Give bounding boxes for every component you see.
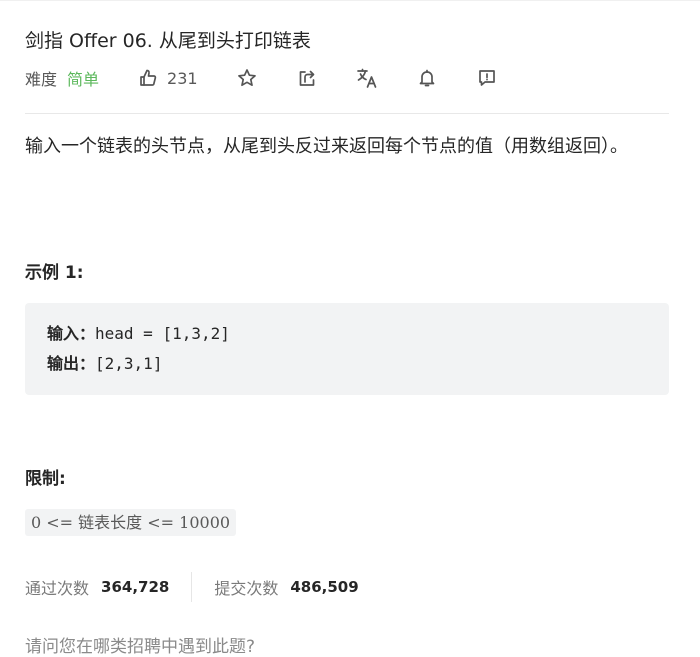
- example-output-value: [2,3,1]: [95, 354, 163, 373]
- header-divider: [25, 113, 669, 114]
- example-output-line: 输出：[2,3,1]: [47, 349, 647, 379]
- top-border: [0, 0, 700, 1]
- example-input-label: 输入：: [47, 324, 96, 343]
- like-button[interactable]: 231: [137, 67, 198, 89]
- constraint-code: 0 <= 链表长度 <= 10000: [25, 509, 237, 536]
- example-code-block: 输入：head = [1,3,2] 输出：[2,3,1]: [25, 303, 669, 395]
- accepted-label: 通过次数: [25, 579, 90, 598]
- example-output-label: 输出：: [47, 354, 96, 373]
- thumbs-up-icon: [137, 67, 159, 89]
- difficulty-label: 难度: [25, 70, 58, 89]
- share-icon[interactable]: [296, 67, 318, 89]
- submission-stats: 通过次数 364,728 提交次数 486,509: [25, 571, 359, 603]
- difficulty-badge: 简单: [67, 70, 100, 89]
- example-input-value: head = [1,3,2]: [95, 324, 230, 343]
- bell-icon[interactable]: [416, 67, 438, 89]
- translate-icon[interactable]: [356, 67, 378, 89]
- submitted-label: 提交次数: [214, 579, 279, 598]
- example-heading: 示例 1:: [25, 263, 84, 283]
- problem-description: 输入一个链表的头节点，从尾到头反过来返回每个节点的值（用数组返回）。: [25, 136, 628, 157]
- problem-meta-bar: 难度 简单 231: [25, 64, 498, 92]
- feedback-icon[interactable]: [476, 67, 498, 89]
- accepted-count: 364,728: [101, 578, 170, 596]
- like-count: 231: [167, 68, 198, 88]
- example-input-line: 输入：head = [1,3,2]: [47, 319, 647, 349]
- constraints-heading: 限制:: [25, 469, 66, 489]
- submitted-count: 486,509: [290, 578, 359, 596]
- star-icon[interactable]: [236, 67, 258, 89]
- interview-question-link[interactable]: 请问您在哪类招聘中遇到此题?: [25, 632, 255, 657]
- stats-separator: [191, 572, 193, 602]
- problem-title: 剑指 Offer 06. 从尾到头打印链表: [25, 30, 311, 52]
